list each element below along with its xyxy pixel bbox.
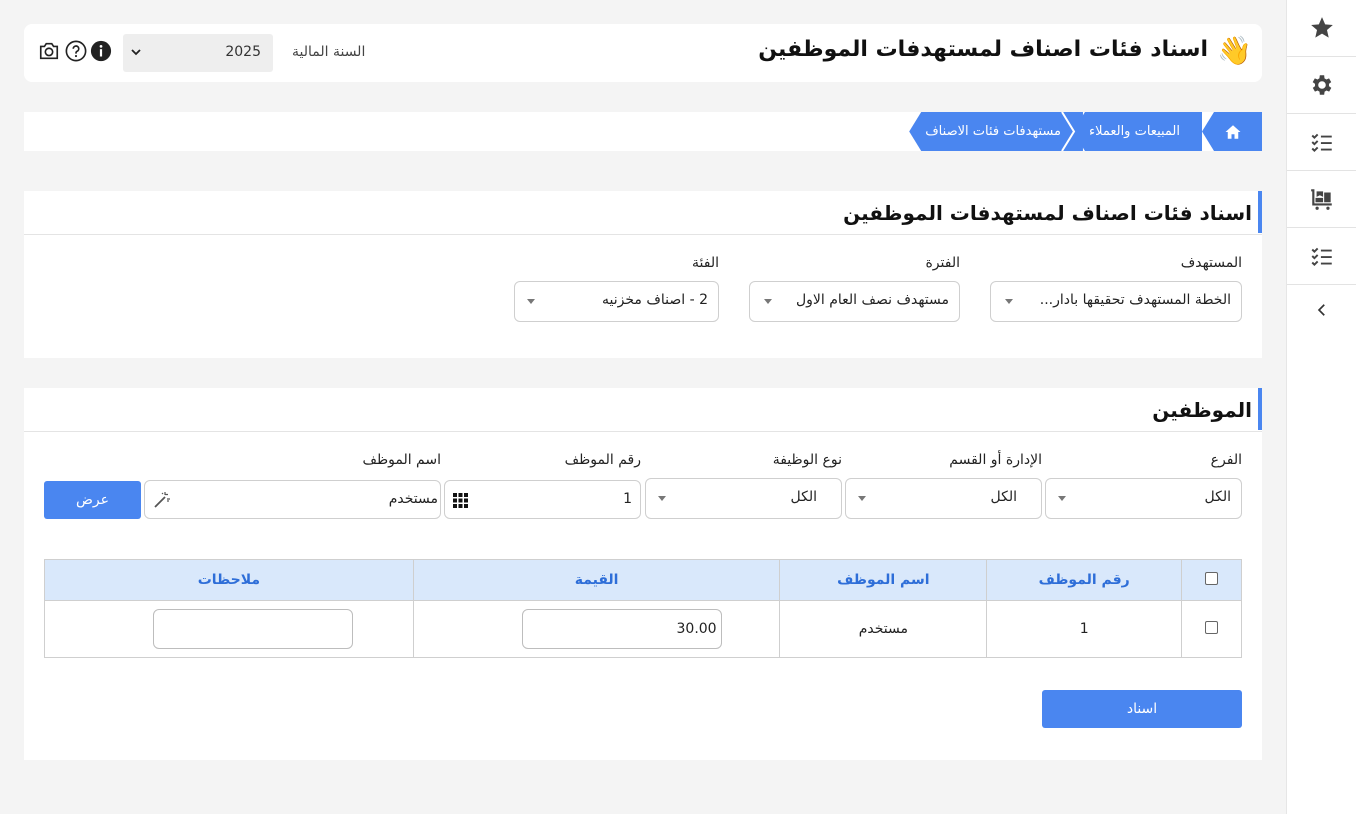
table-header-row: رقم الموظف اسم الموظف القيمة ملاحظات — [44, 559, 1242, 601]
employees-panel-title: الموظفين — [1152, 398, 1252, 422]
period-label: الفترة — [925, 255, 960, 271]
branch-value: الكل — [1204, 489, 1232, 505]
caret-down-icon — [527, 299, 535, 304]
caret-down-icon — [1005, 299, 1013, 304]
employees-panel: الموظفين الفرع الكل الإدارة أو القسم الك… — [24, 388, 1262, 760]
filters-panel-title: اسناد فئات اصناف لمستهدفات الموظفين — [843, 201, 1252, 225]
employee-number-label: رقم الموظف — [564, 452, 641, 468]
sidebar-item-delivery[interactable] — [1287, 171, 1356, 228]
job-type-label: نوع الوظيفة — [772, 452, 842, 468]
department-select[interactable]: الكل — [845, 478, 1042, 519]
period-value: مستهدف نصف العام الاول — [795, 292, 949, 308]
table-row: 1 مستخدم 30.00 — [44, 600, 1242, 658]
fiscal-year-value: 2025 — [225, 44, 261, 60]
category-label: الفئة — [692, 255, 719, 271]
chevron-left-icon — [1317, 304, 1325, 316]
page-title: اسناد فئات اصناف لمستهدفات الموظفين — [758, 37, 1208, 62]
breadcrumb: المبيعات والعملاء مستهدفات فئات الاصناف — [909, 112, 1262, 151]
period-select[interactable]: مستهدف نصف العام الاول — [749, 281, 960, 322]
select-all-checkbox[interactable] — [1205, 571, 1219, 585]
breadcrumb-label: المبيعات والعملاء — [1088, 124, 1180, 139]
branch-label: الفرع — [1210, 452, 1242, 468]
fiscal-year-label: السنة المالية — [292, 44, 366, 60]
value-cell: 30.00 — [412, 600, 781, 658]
caret-down-icon — [764, 299, 772, 304]
checklist-icon — [1311, 133, 1332, 153]
sidebar-expand[interactable] — [1287, 285, 1356, 335]
help-icon[interactable] — [65, 40, 87, 62]
wave-emoji: 👋 — [1217, 34, 1252, 67]
employee-number-value: 1 — [623, 491, 632, 507]
select-all-header — [1181, 559, 1242, 601]
breadcrumb-separator — [1061, 112, 1076, 151]
target-select[interactable]: الخطة المستهدف تحقيقها بادار... — [990, 281, 1242, 322]
notes-header[interactable]: ملاحظات — [44, 559, 414, 601]
caret-down-icon — [858, 496, 866, 501]
notes-cell — [44, 600, 414, 658]
emp-no-header[interactable]: رقم الموظف — [986, 559, 1183, 601]
caret-down-icon — [658, 496, 666, 501]
branch-select[interactable]: الكل — [1045, 478, 1242, 519]
employees-panel-header: الموظفين — [24, 388, 1262, 432]
assign-button[interactable]: اسناد — [1042, 690, 1242, 728]
sidebar-item-settings[interactable] — [1287, 57, 1356, 114]
camera-icon[interactable] — [38, 40, 60, 62]
grid-picker-icon[interactable] — [453, 493, 468, 508]
caret-down-icon — [1058, 496, 1066, 501]
department-value: الكل — [990, 489, 1018, 505]
breadcrumb-home[interactable] — [1202, 112, 1262, 151]
sidebar-item-tasks[interactable] — [1287, 114, 1356, 171]
employees-table: رقم الموظف اسم الموظف القيمة ملاحظات 1 م… — [44, 559, 1242, 658]
row-select-cell — [1181, 600, 1242, 658]
row-checkbox[interactable] — [1205, 620, 1219, 634]
info-icon[interactable] — [90, 40, 112, 62]
notes-input[interactable] — [152, 609, 353, 649]
page-header: 👋 اسناد فئات اصناف لمستهدفات الموظفين ال… — [24, 24, 1262, 82]
gear-icon — [1312, 75, 1331, 95]
category-select[interactable]: 2 - اصناف مخزنيه — [514, 281, 719, 322]
sidebar-item-tasks-2[interactable] — [1287, 228, 1356, 285]
value-input[interactable]: 30.00 — [521, 609, 722, 649]
magic-wand-icon[interactable] — [153, 491, 171, 509]
filters-panel: اسناد فئات اصناف لمستهدفات الموظفين المس… — [24, 191, 1262, 358]
employee-name-label: اسم الموظف — [362, 452, 441, 468]
target-label: المستهدف — [1180, 255, 1242, 271]
breadcrumb-current[interactable]: مستهدفات فئات الاصناف — [909, 112, 1083, 151]
value-input-text: 30.00 — [676, 621, 717, 637]
star-icon — [1310, 17, 1333, 38]
sidebar-item-favorites[interactable] — [1287, 0, 1356, 57]
fiscal-year-select[interactable]: 2025 — [123, 34, 273, 72]
home-icon — [1225, 124, 1241, 139]
value-header[interactable]: القيمة — [412, 559, 781, 601]
breadcrumb-sales[interactable]: المبيعات والعملاء — [1072, 112, 1202, 151]
breadcrumb-label: مستهدفات فئات الاصناف — [925, 124, 1061, 139]
breadcrumb-bar: المبيعات والعملاء مستهدفات فئات الاصناف — [24, 112, 1262, 151]
filters-panel-header: اسناد فئات اصناف لمستهدفات الموظفين — [24, 191, 1262, 235]
emp-name-header[interactable]: اسم الموظف — [779, 559, 988, 601]
employee-name-value: مستخدم — [388, 491, 438, 507]
delivery-cart-icon — [1310, 189, 1332, 210]
target-value: الخطة المستهدف تحقيقها بادار... — [1039, 292, 1231, 308]
employee-name-input[interactable]: مستخدم — [144, 480, 441, 519]
show-button[interactable]: عرض — [44, 481, 141, 519]
job-type-select[interactable]: الكل — [645, 478, 842, 519]
employee-number-input[interactable]: 1 — [444, 480, 641, 519]
department-label: الإدارة أو القسم — [949, 452, 1042, 468]
category-value: 2 - اصناف مخزنيه — [602, 292, 708, 308]
emp-name-cell: مستخدم — [779, 600, 988, 658]
job-type-value: الكل — [790, 489, 818, 505]
checklist-icon — [1311, 247, 1332, 267]
chevron-down-icon — [131, 49, 141, 56]
emp-no-cell: 1 — [986, 600, 1183, 658]
right-sidebar — [1286, 0, 1356, 814]
